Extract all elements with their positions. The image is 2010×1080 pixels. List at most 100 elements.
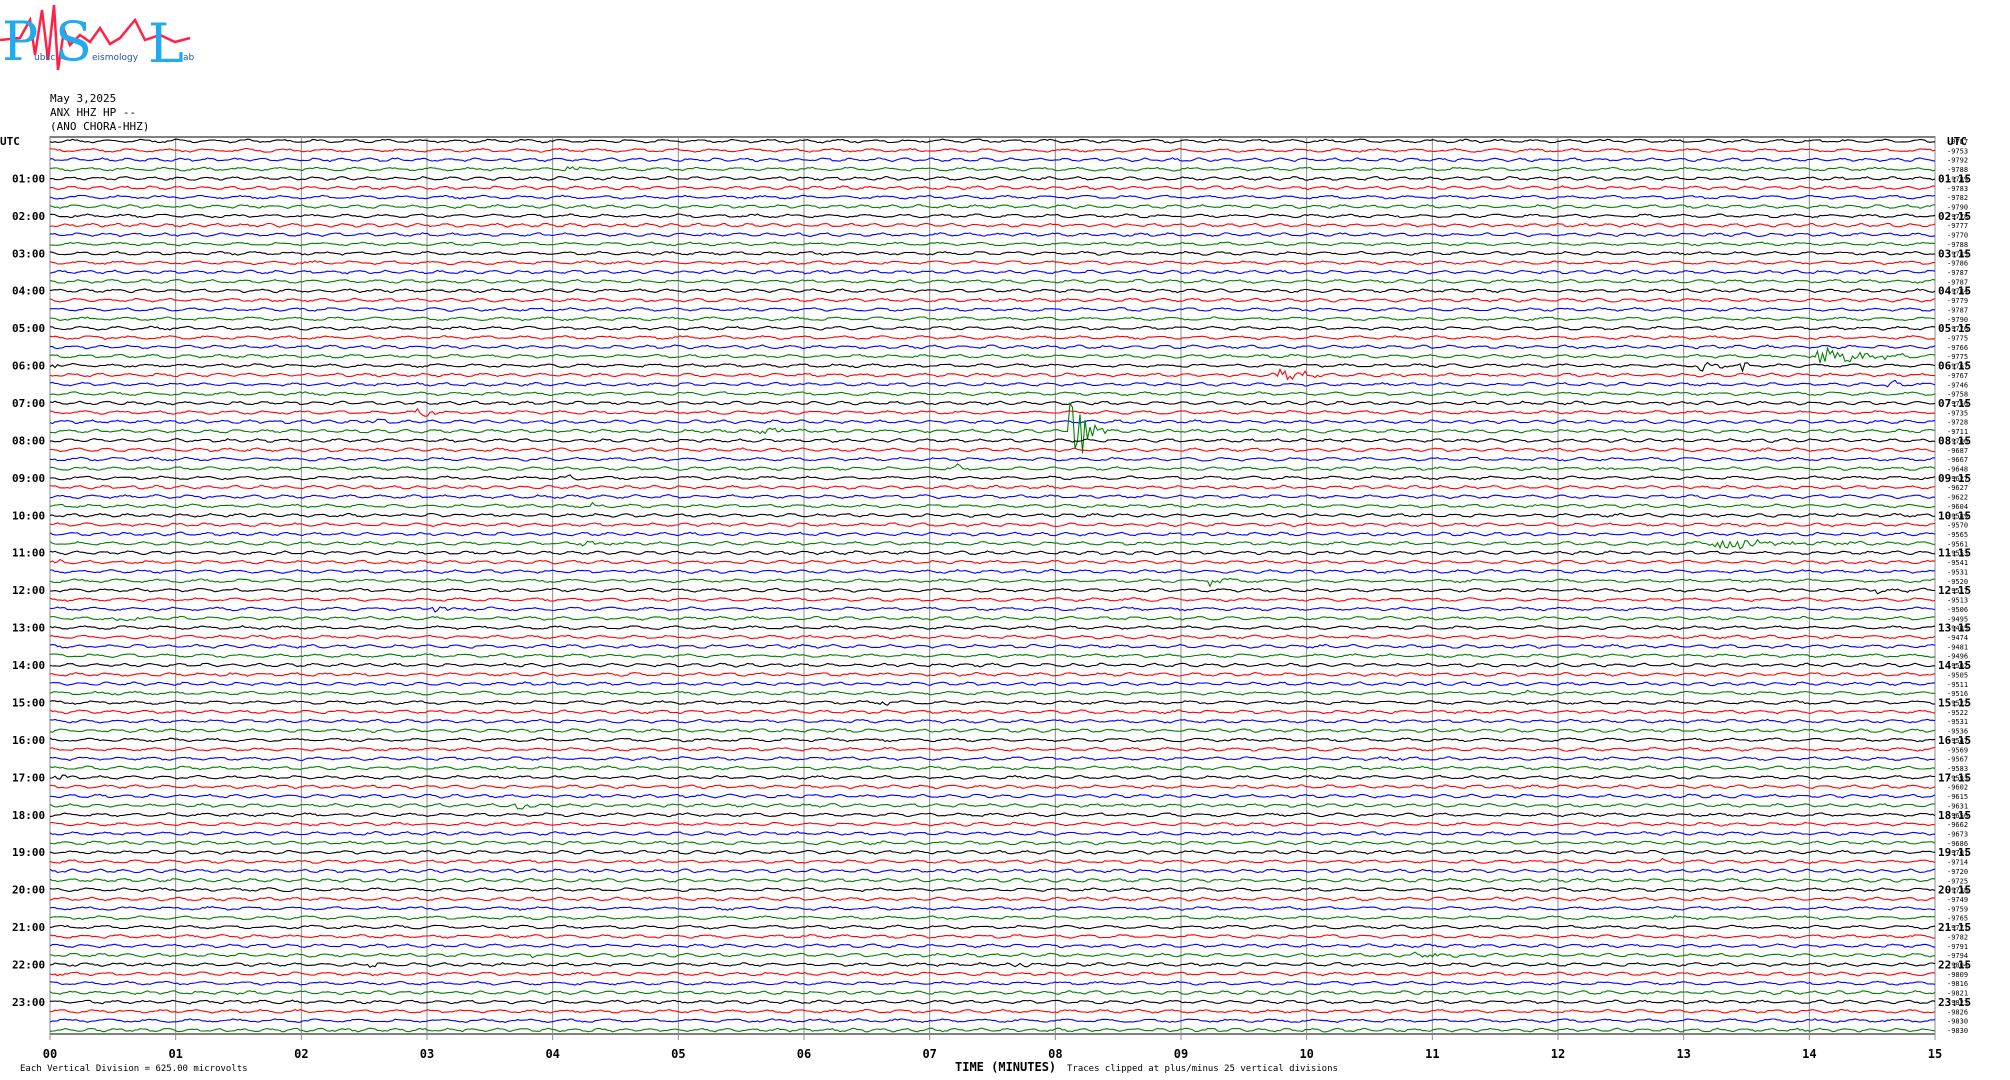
trace-line xyxy=(49,1008,1936,1014)
trace-line xyxy=(49,346,1936,364)
trace-line xyxy=(49,463,1936,471)
trace-offset-label: -9667 xyxy=(1947,456,1968,464)
seismic-traces xyxy=(49,138,1936,1033)
trace-offset-label: -9782 xyxy=(1947,194,1968,202)
left-hour-label: 11:00 xyxy=(12,547,45,560)
x-tick-label: 09 xyxy=(1174,1047,1188,1061)
trace-line xyxy=(49,765,1936,771)
trace-offset-label: -9567 xyxy=(1947,756,1968,764)
right-hour-label: 21:15 xyxy=(1938,921,1971,934)
trace-line xyxy=(49,971,1936,977)
left-hour-label: 01:00 xyxy=(12,172,45,185)
trace-offset-label: -9522 xyxy=(1947,709,1968,717)
left-utc-title: UTC xyxy=(0,135,20,148)
footer-vertical-division: Each Vertical Division = 625.00 microvol… xyxy=(20,1064,248,1074)
trace-offset-label: -9735 xyxy=(1947,409,1968,417)
trace-line xyxy=(50,213,1936,219)
right-hour-label: 17:15 xyxy=(1938,771,1971,784)
trace-line xyxy=(50,344,1936,350)
trace-offset-label: -9775 xyxy=(1947,335,1968,343)
trace-offset-label: -9816 xyxy=(1947,980,1968,988)
trace-line xyxy=(49,700,1936,706)
trace-offset-label: -9505 xyxy=(1947,671,1968,679)
trace-offset-label: -9622 xyxy=(1947,494,1968,502)
trace-line xyxy=(49,203,1936,210)
left-hour-label: 04:00 xyxy=(12,285,45,298)
trace-line xyxy=(49,361,1936,373)
trace-line xyxy=(49,849,1936,855)
trace-offset-label: -9777 xyxy=(1947,222,1968,230)
right-hour-label: 09:15 xyxy=(1938,472,1971,485)
trace-offset-label: -9766 xyxy=(1947,344,1968,352)
trace-line xyxy=(49,662,1935,668)
trace-line xyxy=(49,260,1935,266)
trace-line xyxy=(49,250,1936,256)
trace-offset-label: -9728 xyxy=(1947,419,1968,427)
trace-offset-label: -9570 xyxy=(1947,522,1968,530)
trace-line xyxy=(49,868,1936,874)
trace-line xyxy=(49,512,1936,518)
x-tick-label: 10 xyxy=(1299,1047,1313,1061)
trace-offset-label: -9602 xyxy=(1947,784,1968,792)
right-hour-label: 11:15 xyxy=(1938,547,1971,560)
left-hour-label: 18:00 xyxy=(12,809,45,822)
trace-offset-label: -9753 xyxy=(1947,147,1968,155)
right-hour-label: 02:15 xyxy=(1938,210,1971,223)
trace-line xyxy=(49,924,1936,930)
trace-line xyxy=(49,606,1936,613)
right-hour-label: 16:15 xyxy=(1938,734,1971,747)
trace-line xyxy=(49,896,1936,902)
right-hour-label: 06:15 xyxy=(1938,360,1971,373)
trace-offset-label: -9615 xyxy=(1947,793,1968,801)
trace-line xyxy=(49,138,1936,144)
trace-line xyxy=(49,625,1936,631)
trace-offset-label: -9809 xyxy=(1947,971,1968,979)
left-hour-label: 08:00 xyxy=(12,434,45,447)
trace-offset-label: -9791 xyxy=(1947,943,1968,951)
trace-offset-label: -9687 xyxy=(1947,447,1968,455)
trace-line xyxy=(49,407,1936,417)
trace-offset-label: -9787 xyxy=(1947,269,1968,277)
trace-line xyxy=(49,531,1936,537)
trace-offset-label: -9506 xyxy=(1947,606,1968,614)
x-tick-label: 11 xyxy=(1425,1047,1439,1061)
trace-line xyxy=(49,222,1936,228)
right-hour-label: 20:15 xyxy=(1938,884,1971,897)
trace-line xyxy=(49,334,1936,341)
trace-line xyxy=(49,718,1936,724)
left-hour-label: 06:00 xyxy=(12,360,45,373)
trace-line xyxy=(49,943,1936,949)
trace-line xyxy=(49,288,1936,294)
right-hour-label: 08:15 xyxy=(1938,434,1971,447)
trace-offset-label: -9749 xyxy=(1947,896,1968,904)
trace-line xyxy=(49,728,1936,734)
trace-offset-label: -9513 xyxy=(1947,597,1968,605)
trace-offset-label: -9541 xyxy=(1947,559,1968,567)
left-hour-label: 22:00 xyxy=(12,958,45,971)
x-tick-label: 08 xyxy=(1048,1047,1062,1061)
trace-line xyxy=(50,402,1936,454)
trace-line xyxy=(49,269,1936,275)
trace-line xyxy=(49,653,1936,659)
trace-line xyxy=(49,774,1935,780)
left-hour-label: 21:00 xyxy=(12,921,45,934)
trace-line xyxy=(49,368,1936,381)
trace-offset-label: -9792 xyxy=(1947,157,1968,165)
trace-offset-label: -9481 xyxy=(1947,643,1968,651)
trace-line xyxy=(49,418,1936,425)
right-hour-label: 15:15 xyxy=(1938,696,1971,709)
x-tick-label: 05 xyxy=(671,1047,685,1061)
trace-line xyxy=(49,905,1936,911)
x-tick-label: 15 xyxy=(1928,1047,1942,1061)
trace-line xyxy=(49,538,1936,550)
trace-line xyxy=(49,185,1936,191)
trace-line xyxy=(49,316,1936,322)
trace-offset-label: -9673 xyxy=(1947,830,1968,838)
trace-offset-label: -9531 xyxy=(1947,718,1968,726)
trace-line xyxy=(49,709,1936,715)
trace-offset-label: -9714 xyxy=(1947,859,1968,867)
trace-line xyxy=(50,568,1936,574)
trace-line xyxy=(49,307,1936,312)
left-hour-label: 17:00 xyxy=(12,771,45,784)
trace-line xyxy=(49,194,1936,200)
